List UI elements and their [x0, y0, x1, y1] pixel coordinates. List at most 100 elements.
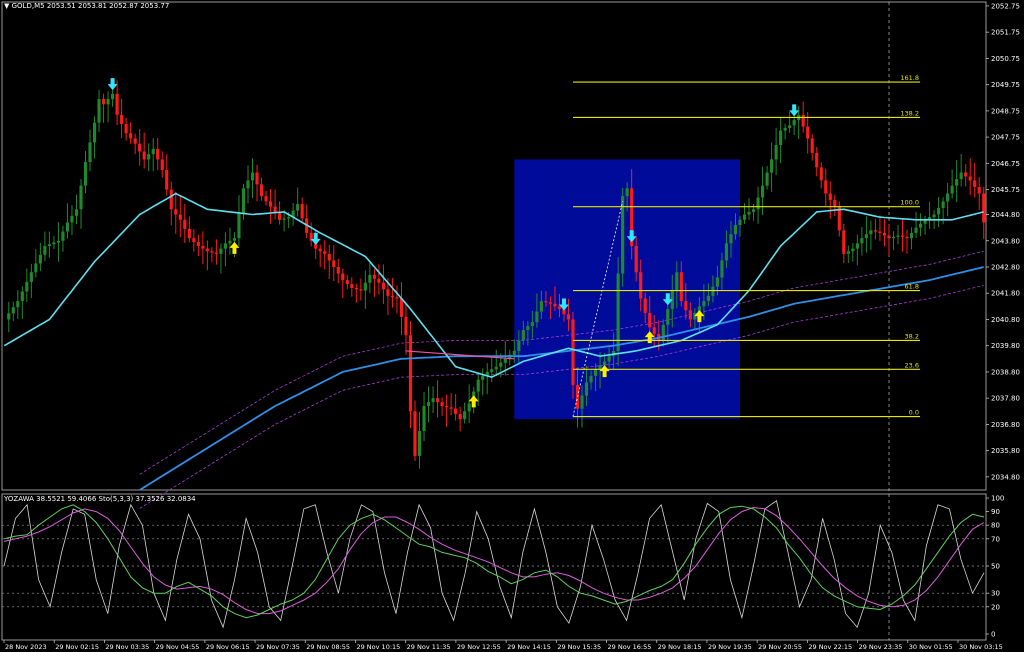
candle-body [228, 240, 232, 244]
candle-body [806, 126, 810, 139]
candle-body [634, 246, 638, 273]
candle-body [377, 278, 381, 283]
candle-body [760, 185, 765, 198]
candle-body [521, 329, 525, 341]
price-tick-label: 2051.75 [991, 29, 1020, 37]
candle-body [268, 201, 273, 207]
oscillator-tick-label: 30 [991, 590, 1000, 598]
candle-body [833, 200, 837, 207]
candle-body [43, 246, 47, 255]
candle-body [214, 252, 218, 254]
candle-body [878, 231, 882, 233]
candle-body [512, 350, 516, 355]
price-tick-label: 2036.80 [991, 421, 1020, 429]
time-tick-label: 30 Nov 03:15 [959, 643, 1003, 651]
candle-body [74, 209, 79, 216]
candle-body [445, 406, 449, 408]
candle-body [819, 167, 823, 181]
candle-body [399, 298, 404, 317]
candle-body [435, 398, 440, 403]
candle-body [842, 230, 846, 254]
price-tick-label: 2035.80 [991, 447, 1020, 455]
candle-body [368, 274, 372, 283]
time-tick-label: 29 Nov 22:15 [808, 643, 852, 651]
candle-body [494, 366, 498, 370]
oscillator-tick-label: 50 [991, 563, 1000, 571]
candle-body [481, 375, 485, 380]
candle-body [711, 286, 715, 296]
candle-body [183, 219, 187, 229]
collapse-arrow-icon[interactable]: ▼ [4, 2, 9, 10]
candle-body [593, 369, 598, 376]
candle-body [973, 180, 977, 187]
time-tick-label: 29 Nov 02:15 [55, 643, 99, 651]
candle-body [11, 307, 15, 314]
price-tick-label: 2037.80 [991, 395, 1020, 403]
candle-body [359, 289, 363, 291]
candle-body [846, 251, 850, 254]
candle-body [738, 219, 742, 226]
oscillator-tick-label: 90 [991, 508, 1000, 516]
candle-body [372, 274, 376, 279]
candle-body [56, 240, 61, 243]
sell-arrow-icon [789, 104, 800, 117]
time-tick-label: 29 Nov 23:35 [859, 643, 903, 651]
candle-body [571, 319, 575, 386]
candle-body [287, 217, 291, 219]
candle-body [715, 277, 720, 287]
indicator-name: YOZAWA [4, 495, 34, 503]
candle-body [580, 395, 584, 409]
candle-body [101, 99, 106, 105]
candle-body [92, 122, 97, 143]
candle-body [449, 407, 453, 409]
time-tick-label: 29 Nov 18:15 [658, 643, 702, 651]
trading-chart: 161.8 138.2 100.0 61.8 38.2 23.6 0.0 2052.75 20… [0, 0, 1024, 652]
candle-body [914, 227, 918, 233]
candle-body [120, 114, 124, 124]
candle-body [458, 413, 462, 420]
candle-body [887, 235, 891, 239]
candle-body [774, 144, 778, 160]
candle-body [169, 189, 173, 210]
candle-body [639, 272, 643, 299]
candle-body [702, 301, 706, 307]
candle-body [201, 246, 205, 249]
candle-body [756, 197, 760, 210]
candle-body [232, 238, 237, 241]
candle-body [544, 301, 548, 303]
candle-body [345, 280, 349, 285]
candle-body [950, 185, 954, 194]
time-tick-label: 29 Nov 07:35 [256, 643, 300, 651]
candle-body [932, 214, 936, 218]
candle-body [503, 358, 507, 363]
price-tick-label: 2040.80 [991, 316, 1020, 324]
candle-body [788, 125, 792, 128]
time-tick-label: 29 Nov 06:15 [206, 643, 250, 651]
candle-body [404, 316, 408, 336]
candle-body [133, 138, 137, 144]
price-tick-label: 2041.80 [991, 290, 1020, 298]
candle-body [350, 284, 354, 288]
time-tick-label: 29 Nov 16:55 [608, 643, 652, 651]
stochastic-values: 37.3526 32.0834 [135, 495, 196, 503]
candle-body [160, 159, 164, 170]
candle-body [124, 124, 128, 134]
candle-body [792, 120, 796, 126]
candle-body [499, 362, 503, 367]
candle-body [946, 193, 950, 202]
candle-body [566, 314, 571, 320]
candle-body [747, 211, 751, 215]
candle-body [278, 213, 282, 220]
indicator-values: 38.5521 59.4066 [36, 495, 97, 503]
candle-body [300, 204, 304, 219]
candle-body [255, 172, 259, 185]
oscillator-tick-label: 100 [991, 495, 1004, 503]
candle-body [282, 218, 286, 220]
ohlc-values: 2053.51 2053.81 2052.87 2053.77 [46, 2, 170, 10]
time-tick-label: 29 Nov 20:55 [758, 643, 802, 651]
price-tick-label: 2042.80 [991, 263, 1020, 271]
candle-body [70, 215, 74, 223]
candle-body [386, 289, 390, 296]
candle-body [246, 180, 250, 189]
candle-body [250, 172, 255, 181]
